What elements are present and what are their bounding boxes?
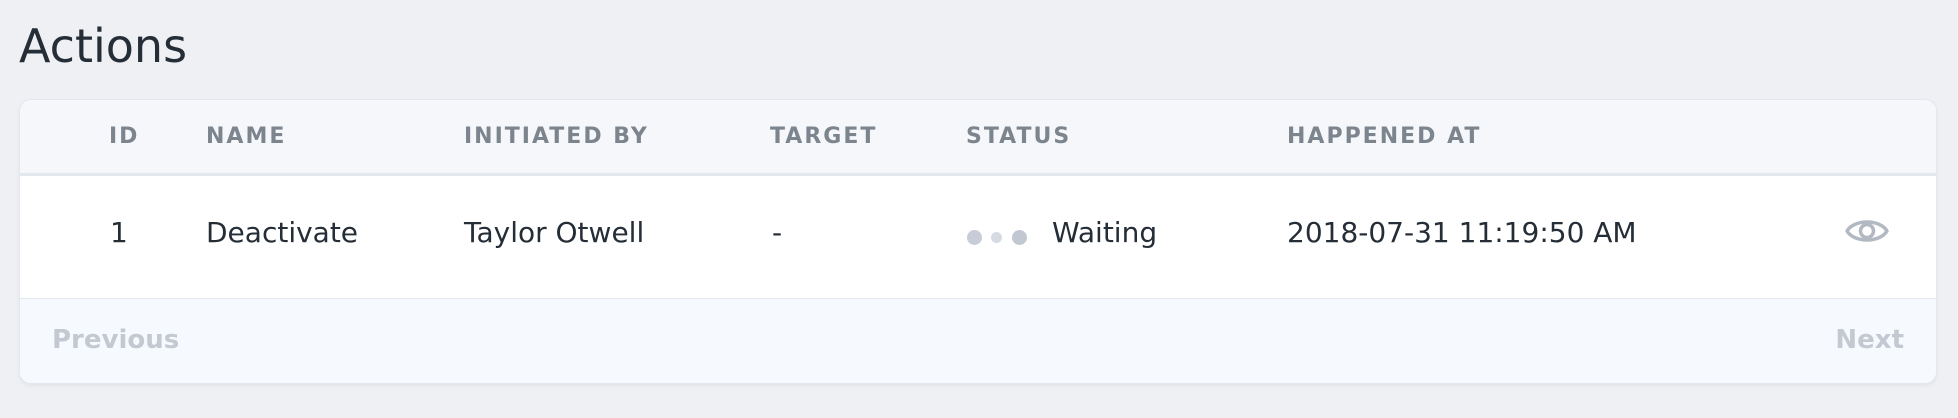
column-header-name: NAME [206,124,287,149]
eye-icon[interactable] [1844,212,1890,250]
cell-initiated-by: Taylor Otwell [464,216,645,249]
status-dot [1012,230,1027,245]
column-header-initiated-by: INITIATED BY [464,124,649,149]
column-header-status: STATUS [966,124,1072,149]
status-dot [991,232,1002,243]
cell-name: Deactivate [206,216,359,249]
page-title: Actions [19,19,188,73]
cell-id: 1 [110,216,128,249]
column-header-target: TARGET [770,124,878,149]
column-header-id: ID [109,124,140,149]
table-header: ID NAME INITIATED BY TARGET STATUS HAPPE… [20,100,1936,176]
actions-table-card: ID NAME INITIATED BY TARGET STATUS HAPPE… [19,99,1937,384]
cell-status: Waiting [1052,216,1158,249]
previous-button[interactable]: Previous [52,325,179,355]
next-button[interactable]: Next [1835,325,1904,355]
status-loader-icon [967,230,1029,246]
cell-happened-at: 2018-07-31 11:19:50 AM [1287,216,1637,249]
status-dot [967,230,982,245]
pagination-footer: Previous Next [20,299,1936,383]
page: Actions ID NAME INITIATED BY TARGET STAT… [0,0,1958,418]
column-header-happened-at: HAPPENED AT [1287,124,1482,149]
table-row: 1 Deactivate Taylor Otwell - Waiting 201… [20,176,1936,299]
cell-target: - [772,216,783,249]
